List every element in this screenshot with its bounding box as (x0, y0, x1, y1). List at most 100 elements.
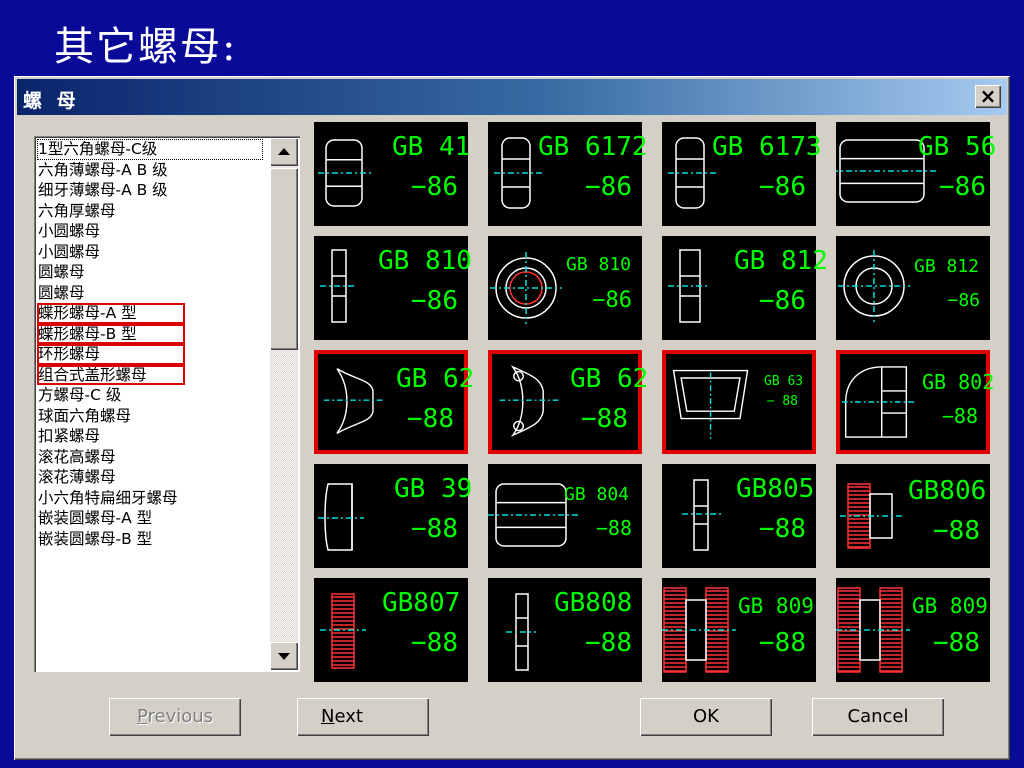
list-item[interactable]: 蝶形螺母-B 型 (37, 323, 185, 344)
nut-drawing-icon (841, 366, 916, 438)
standard-year: − 88 (766, 394, 798, 409)
nut-preview-tile[interactable]: GB 6172 −86 (488, 122, 648, 226)
list-item[interactable]: 滚花薄螺母 (37, 467, 263, 488)
list-item[interactable]: 组合式盖形螺母 (37, 364, 185, 385)
nut-preview-tile[interactable]: GB 62 −88 (488, 350, 648, 454)
nut-preview-tile[interactable]: GB 802 −88 (836, 350, 994, 454)
next-button[interactable]: Next (297, 698, 429, 736)
list-item[interactable]: 嵌装圆螺母-A 型 (37, 508, 263, 529)
nut-preview-tile[interactable]: GB808 −88 (488, 578, 642, 682)
standard-code: GB 6173 (712, 132, 822, 162)
list-item[interactable]: 1型六角螺母-C级 (37, 139, 263, 160)
list-item[interactable]: 方螺母-C 级 (37, 385, 263, 406)
arrow-down-icon (278, 653, 290, 660)
next-mnemonic: N (321, 706, 335, 727)
standard-year: −86 (939, 172, 986, 202)
standard-code: GB 62 (570, 364, 649, 394)
nut-preview-tile[interactable]: GB 63 − 88 (662, 350, 816, 454)
standard-year: −88 (595, 516, 632, 540)
listbox-scrollbar[interactable] (270, 138, 298, 670)
list-item[interactable]: 球面六角螺母 (37, 406, 263, 427)
nut-preview-tile[interactable]: GB807 −88 (314, 578, 468, 682)
scroll-up-button[interactable] (270, 138, 298, 166)
standard-year: −88 (585, 628, 632, 658)
nut-preview-tile[interactable]: GB 809 −88 (836, 578, 990, 682)
nut-preview-tile[interactable]: GB 810 −86 (314, 236, 472, 340)
nut-preview-tile[interactable]: GB 56 −86 (836, 122, 996, 226)
standard-year: −88 (759, 628, 806, 658)
list-item[interactable]: 蝶形螺母-A 型 (37, 303, 185, 324)
standard-year: −88 (941, 404, 978, 428)
standard-code: GB 809 (738, 594, 814, 618)
standard-year: −86 (759, 286, 806, 316)
ok-button[interactable]: OK (640, 698, 772, 736)
standard-code: GB 6172 (538, 132, 648, 162)
list-item[interactable]: 圆螺母 (37, 262, 263, 283)
list-item[interactable]: 圆螺母 (37, 283, 263, 304)
nut-preview-tile[interactable]: GB 812 −86 (836, 236, 990, 340)
scroll-down-button[interactable] (270, 642, 298, 670)
previous-mnemonic: P (136, 706, 148, 727)
dialog-title: 螺 母 (23, 90, 80, 112)
standard-code: GB808 (554, 588, 633, 618)
nut-drawing-icon (838, 250, 910, 322)
list-items: 1型六角螺母-C级 六角薄螺母-A B 级细牙薄螺母-A B 级六角厚螺母 小圆螺母… (37, 139, 263, 549)
nut-preview-tile[interactable]: GB 6173 −86 (662, 122, 822, 226)
standard-year: −86 (411, 286, 458, 316)
standard-code: GB 812 (914, 256, 980, 277)
standard-year: −88 (759, 514, 806, 544)
nut-preview-tile[interactable]: GB 62 −88 (314, 350, 474, 454)
standard-code: GB 63 (764, 374, 804, 389)
nut-preview-tile[interactable]: GB 804 −88 (488, 464, 642, 568)
nut-preview-tile[interactable]: GB806 −88 (836, 464, 990, 568)
list-item[interactable]: 六角薄螺母-A B 级 (37, 160, 263, 181)
standard-code: GB 802 (922, 370, 995, 394)
scroll-thumb[interactable] (270, 168, 298, 350)
standard-year: −86 (592, 288, 632, 313)
nut-preview-tile[interactable]: GB805 −88 (662, 464, 816, 568)
standard-code: GB805 (736, 474, 815, 504)
nut-dialog: 螺 母 × 1型六角螺母-C级 六角薄螺母-A B 级细牙薄螺母-A B 级六角厚… (14, 76, 1010, 760)
arrow-up-icon (278, 148, 290, 155)
list-item[interactable]: 滚花高螺母 (37, 447, 263, 468)
slide-title: 其它螺母: (54, 24, 238, 70)
list-item[interactable]: 六角厚螺母 (37, 201, 263, 222)
previous-button[interactable]: Previous (109, 698, 241, 736)
standard-year: −86 (585, 172, 632, 202)
list-item[interactable]: 细牙薄螺母-A B 级 (37, 180, 263, 201)
standard-year: −86 (411, 172, 458, 202)
previous-label: revious (147, 706, 214, 727)
list-item[interactable]: 小圆螺母 (37, 242, 263, 263)
list-item[interactable]: 扣紧螺母 (37, 426, 263, 447)
nut-preview-tile[interactable]: GB 812 −86 (662, 236, 828, 340)
list-item[interactable]: 小圆螺母 (37, 221, 263, 242)
standard-code: GB 812 (734, 246, 828, 276)
standard-code: GB 56 (918, 132, 997, 162)
nut-type-listbox[interactable]: 1型六角螺母-C级 六角薄螺母-A B 级细牙薄螺母-A B 级六角厚螺母 小圆螺母… (34, 136, 300, 672)
cancel-button[interactable]: Cancel (812, 698, 944, 736)
standard-code: GB806 (908, 476, 987, 506)
standard-code: GB 62 (396, 364, 475, 394)
nut-preview-tile[interactable]: GB 810 −86 (488, 236, 642, 340)
standard-year: −88 (411, 514, 458, 544)
standard-year: −86 (759, 172, 806, 202)
list-item[interactable]: 环形螺母 (37, 344, 185, 365)
nut-preview-tile[interactable]: GB 39 −88 (314, 464, 472, 568)
standard-year: −88 (411, 628, 458, 658)
next-label: ext (334, 706, 363, 727)
dialog-titlebar[interactable]: 螺 母 × (17, 79, 1007, 115)
standard-code: GB 809 (912, 594, 988, 618)
standard-code: GB 39 (394, 474, 473, 504)
nut-preview-tile[interactable]: GB 41 −86 (314, 122, 470, 226)
standard-code: GB 810 (378, 246, 472, 276)
standard-year: −88 (933, 628, 980, 658)
nut-preview-tile[interactable]: GB 809 −88 (662, 578, 816, 682)
standard-year: −86 (947, 290, 980, 311)
list-item[interactable]: 小六角特扁细牙螺母 (37, 488, 263, 509)
standard-code: GB 804 (564, 484, 630, 505)
close-icon: × (979, 84, 997, 108)
list-item[interactable]: 嵌装圆螺母-B 型 (37, 529, 263, 550)
close-button[interactable]: × (975, 85, 1001, 108)
standard-year: −88 (933, 516, 980, 546)
standard-code: GB807 (382, 588, 461, 618)
